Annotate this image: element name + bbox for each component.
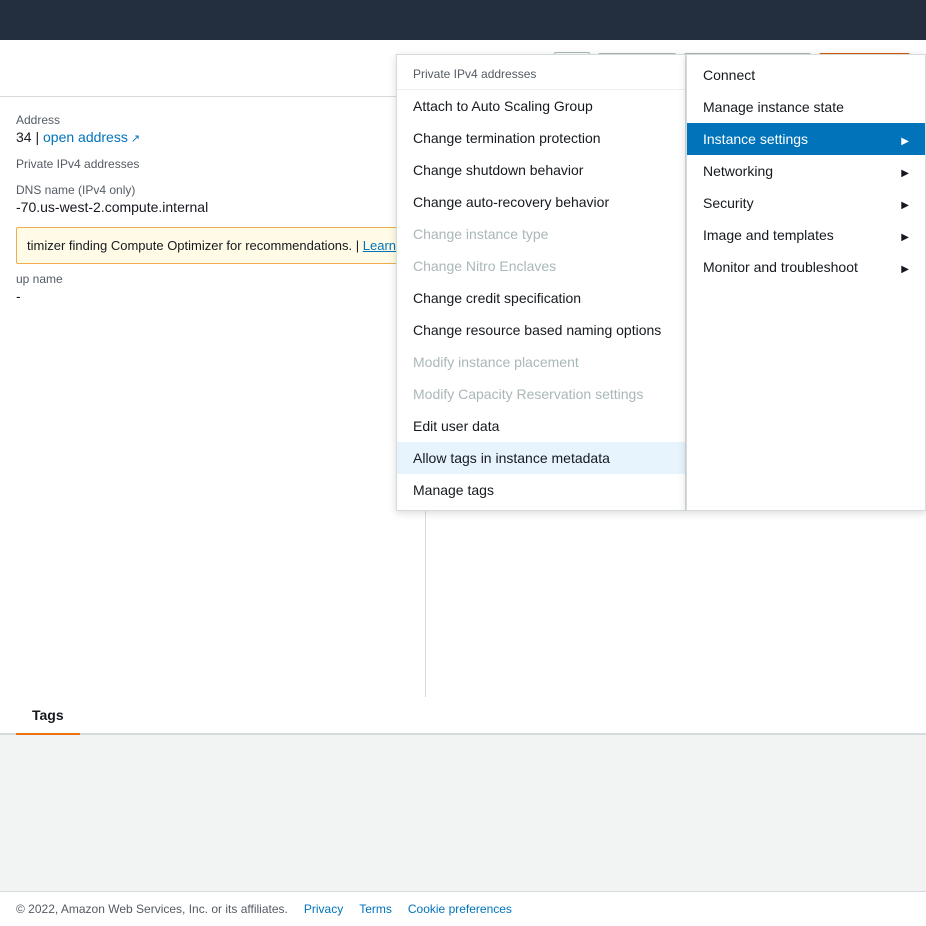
monitor-troubleshoot-chevron-right-icon [901,259,909,275]
menu-security[interactable]: Security [687,187,925,219]
menu-image-templates[interactable]: Image and templates [687,219,925,251]
menu-edit-user-data[interactable]: Edit user data [397,410,685,442]
networking-chevron-right-icon [901,163,909,179]
instance-settings-submenu: Private IPv4 addresses Attach to Auto Sc… [396,54,686,511]
menu-monitor-troubleshoot[interactable]: Monitor and troubleshoot [687,251,925,283]
menu-networking[interactable]: Networking [687,155,925,187]
dns-label: DNS name (IPv4 only) [16,183,409,197]
instance-settings-chevron-right-icon [901,131,909,147]
menu-connect[interactable]: Connect [687,59,925,91]
address-number: 34 [16,129,32,145]
image-templates-chevron-right-icon [901,227,909,243]
terms-link[interactable]: Terms [359,902,392,916]
menu-allow-tags-metadata[interactable]: Allow tags in instance metadata [397,442,685,474]
cookie-link[interactable]: Cookie preferences [408,902,512,916]
address-label: Address [16,113,409,127]
address-value: 34 | open address [16,129,409,145]
actions-dropdown-overlay: Private IPv4 addresses Attach to Auto Sc… [396,54,926,511]
optimizer-text: Compute Optimizer for recommendations. | [111,238,359,253]
top-navigation-bar [0,0,926,40]
menu-change-credit[interactable]: Change credit specification [397,282,685,314]
tab-tags[interactable]: Tags [16,697,80,735]
group-name-label: up name [16,272,409,286]
menu-manage-instance-state[interactable]: Manage instance state [687,91,925,123]
security-chevron-right-icon [901,195,909,211]
private-ipv4-header-label: Private IPv4 addresses [16,157,409,171]
learn-more-link[interactable]: Learn [363,238,396,253]
actions-main-dropdown: Connect Manage instance state Instance s… [686,54,926,511]
optimizer-label: timizer finding [27,238,107,253]
menu-attach-asg[interactable]: Attach to Auto Scaling Group [397,90,685,122]
menu-modify-capacity: Modify Capacity Reservation settings [397,378,685,410]
open-address-link[interactable]: open address [43,129,140,145]
left-detail-panel: Address 34 | open address Private IPv4 a… [0,97,426,697]
menu-modify-placement: Modify instance placement [397,346,685,378]
menu-change-instance-type: Change instance type [397,218,685,250]
menu-change-termination[interactable]: Change termination protection [397,122,685,154]
menu-change-shutdown[interactable]: Change shutdown behavior [397,154,685,186]
privacy-link[interactable]: Privacy [304,902,343,916]
menu-change-nitro: Change Nitro Enclaves [397,250,685,282]
menu-change-auto-recovery[interactable]: Change auto-recovery behavior [397,186,685,218]
dns-value: -70.us-west-2.compute.internal [16,199,409,215]
menu-manage-tags[interactable]: Manage tags [397,474,685,506]
footer: © 2022, Amazon Web Services, Inc. or its… [0,891,926,926]
menu-change-naming[interactable]: Change resource based naming options [397,314,685,346]
group-name-value: - [16,288,409,304]
tabs-bar: Tags [0,697,926,735]
private-ipv4-header: Private IPv4 addresses [397,59,685,90]
optimizer-banner: timizer finding Compute Optimizer for re… [16,227,409,264]
menu-instance-settings[interactable]: Instance settings [687,123,925,155]
footer-copyright: © 2022, Amazon Web Services, Inc. or its… [16,902,288,916]
